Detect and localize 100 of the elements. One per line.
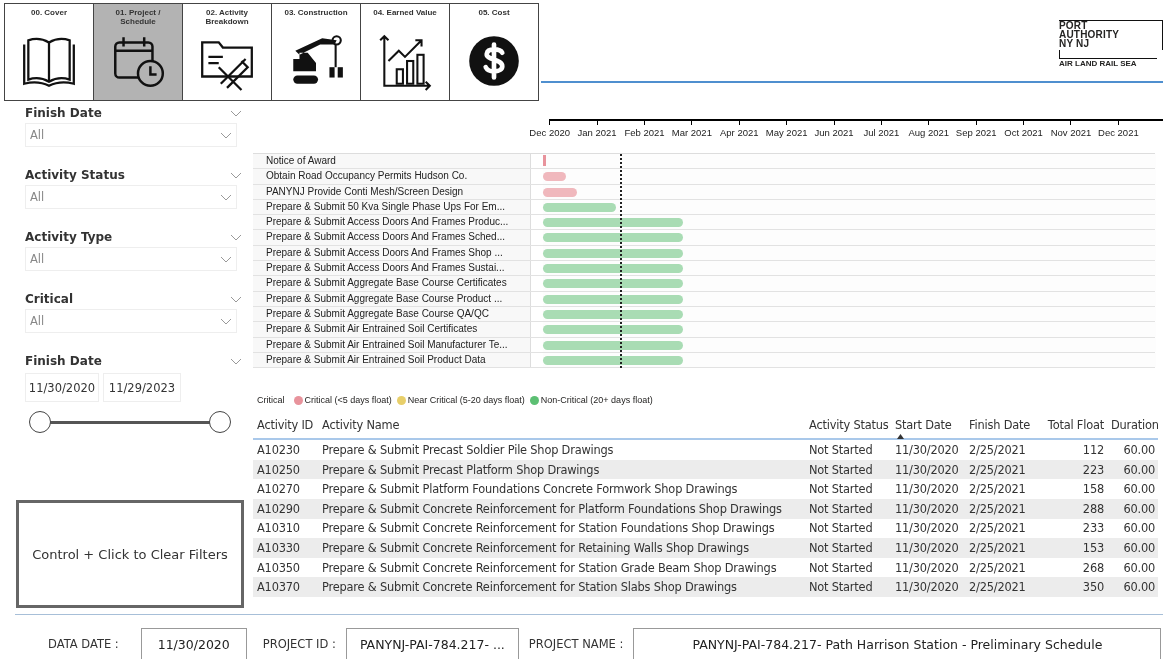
table-cell-text: 223 — [1081, 462, 1105, 477]
column-header[interactable]: Activity Status — [805, 418, 891, 441]
table-cell-text: 60.00 — [1122, 462, 1156, 477]
filter-dropdown[interactable]: All — [25, 247, 237, 271]
footer-label: DATA DATE : — [48, 637, 119, 651]
task-name: Notice of Award — [253, 154, 531, 169]
table-cell-text: A10310 — [256, 521, 301, 536]
table-cell-text: Prepare & Submit Concrete Reinforcement for Station Foundations Shop Drawings — [321, 521, 776, 536]
chevron-icon[interactable] — [230, 357, 242, 365]
page-tile[interactable]: 03. Construction — [271, 3, 361, 101]
column-header[interactable]: Activity ID — [253, 418, 318, 441]
table-cell-text: 11/30/2020 — [894, 540, 960, 555]
table-cell-text: 60.00 — [1122, 560, 1156, 575]
table-cell-text: 60.00 — [1122, 501, 1156, 516]
filter-dropdown[interactable]: All — [25, 123, 237, 147]
footer-label: PROJECT NAME : — [528, 637, 624, 651]
column-header[interactable]: Duration — [1107, 418, 1158, 441]
chevron-icon[interactable] — [230, 295, 242, 303]
column-header[interactable]: Total Float — [1036, 418, 1107, 441]
table-cell-text: Prepare & Submit Precast Soldier Pile Shop Drawings — [321, 442, 615, 457]
table-cell-text: 158 — [1081, 482, 1105, 497]
table-cell-text: Not Started — [808, 540, 874, 555]
filter-title: Critical — [25, 292, 73, 306]
column-header[interactable]: Start Date — [891, 418, 965, 441]
table-cell-text: 60.00 — [1122, 442, 1156, 457]
chevron-icon — [220, 255, 232, 263]
table-cell-text: Not Started — [808, 442, 874, 457]
slider-handle[interactable] — [209, 411, 231, 433]
table-cell-text: 2/25/2021 — [968, 560, 1027, 575]
table-cell-text: Prepare & Submit Concrete Reinforcement for Station Grade Beam Shop Drawings — [321, 560, 778, 575]
table-cell-text: 60.00 — [1122, 580, 1156, 595]
footer-value-field[interactable]: 11/30/2020 — [140, 628, 247, 659]
page-tile[interactable]: 01. Project / Schedule — [93, 3, 183, 101]
month-label: Dec 2020 — [529, 127, 571, 138]
month-label: Nov 2021 — [1050, 127, 1092, 138]
table-cell-text: Not Started — [808, 501, 874, 516]
table-cell-text: 112 — [1081, 442, 1105, 457]
month-label: Jul 2021 — [863, 127, 900, 138]
table-cell-text: 233 — [1081, 521, 1105, 536]
table-cell-text: 153 — [1081, 540, 1105, 555]
table-cell-text: Prepare & Submit Concrete Reinforcement for Retaining Walls Shop Drawings — [321, 540, 750, 555]
logo: PORT AUTHORITY NY NJ AIR LAND RAIL SEA — [1059, 20, 1163, 69]
table-cell-text: Not Started — [808, 560, 874, 575]
filter-title: Activity Type — [25, 230, 113, 244]
table-cell-text: 60.00 — [1122, 482, 1156, 497]
month-label: Aug 2021 — [908, 127, 950, 138]
table-cell-text: 60.00 — [1122, 521, 1156, 536]
table-cell-text: 2/25/2021 — [968, 462, 1027, 477]
legend-title: Critical — [257, 395, 285, 406]
chevron-icon[interactable] — [230, 171, 242, 179]
table-cell-text: Prepare & Submit Concrete Reinforcement for Platform Foundations Shop Drawings — [321, 501, 783, 516]
chevron-icon[interactable] — [230, 109, 242, 117]
legend-label: Near Critical (5-20 days float) — [407, 395, 525, 406]
column-header[interactable]: Finish Date — [965, 418, 1036, 441]
date-range-slider[interactable] — [29, 411, 229, 433]
task-name: Prepare & Submit Access Doors And Frames Produc... — [253, 215, 531, 230]
chevron-icon — [220, 193, 232, 201]
column-header[interactable]: Activity Name — [318, 418, 805, 441]
footer-value-field[interactable]: PANYNJ-PAI-784.217- Path Harrison Station - Preliminary Schedule — [633, 628, 1162, 659]
slider-handle[interactable] — [29, 411, 51, 433]
footer-label: PROJECT ID : — [262, 637, 336, 651]
table-cell-text: A10290 — [256, 501, 301, 516]
task-name: Prepare & Submit Air Entrained Soil Certificates — [253, 322, 531, 337]
clear-filters-button[interactable]: Control + Click to Clear Filters — [16, 500, 244, 608]
table-cell-text: 11/30/2020 — [894, 442, 960, 457]
table-cell-text: A10250 — [256, 462, 301, 477]
footer-value-field[interactable]: PANYNJ-PAI-784.217- ... — [345, 628, 519, 659]
filter-title: Finish Date — [25, 106, 102, 120]
page-tile[interactable]: 04. Earned Value — [360, 3, 450, 101]
month-label: Sep 2021 — [955, 127, 997, 138]
start-date-field[interactable]: 11/30/2020 — [25, 373, 99, 402]
month-label: Dec 2021 — [1098, 127, 1139, 138]
table-cell-text: 2/25/2021 — [968, 521, 1027, 536]
table-cell-text: Not Started — [808, 521, 874, 536]
table-cell-text: A10270 — [256, 482, 301, 497]
table-cell-text: A10350 — [256, 560, 301, 575]
page-tile[interactable]: 02. Activity Breakdown — [182, 3, 272, 101]
task-name: Prepare & Submit Aggregate Base Course Certificates — [253, 276, 531, 291]
table-cell-text: Prepare & Submit Precast Platform Shop Drawings — [321, 462, 601, 477]
month-label: Apr 2021 — [719, 127, 759, 138]
month-label: Jun 2021 — [814, 127, 854, 138]
page-tile[interactable]: 05. Cost — [449, 3, 539, 101]
page-tile[interactable]: 00. Cover — [4, 3, 94, 101]
table-cell-text: 2/25/2021 — [968, 540, 1027, 555]
end-date-field[interactable]: 11/29/2023 — [103, 373, 181, 402]
legend-label: Non-Critical (20+ days float) — [540, 395, 653, 406]
task-name: Obtain Road Occupancy Permits Hudson Co. — [253, 169, 531, 184]
table-cell-text: Not Started — [808, 462, 874, 477]
table-cell-text: Prepare & Submit Platform Foundations Concrete Formwork Shop Drawings — [321, 482, 739, 497]
table-cell-text: 11/30/2020 — [894, 482, 960, 497]
table-cell-text: 288 — [1081, 501, 1105, 516]
chevron-icon — [220, 131, 232, 139]
chevron-icon[interactable] — [230, 233, 242, 241]
table-cell-text: 2/25/2021 — [968, 501, 1027, 516]
filter-dropdown[interactable]: All — [25, 309, 237, 333]
sort-ascending-icon — [897, 434, 904, 440]
table-cell-text: Not Started — [808, 580, 874, 595]
table-cell-text: 11/30/2020 — [894, 462, 960, 477]
table-cell-text: A10230 — [256, 442, 301, 457]
filter-dropdown[interactable]: All — [25, 185, 237, 209]
